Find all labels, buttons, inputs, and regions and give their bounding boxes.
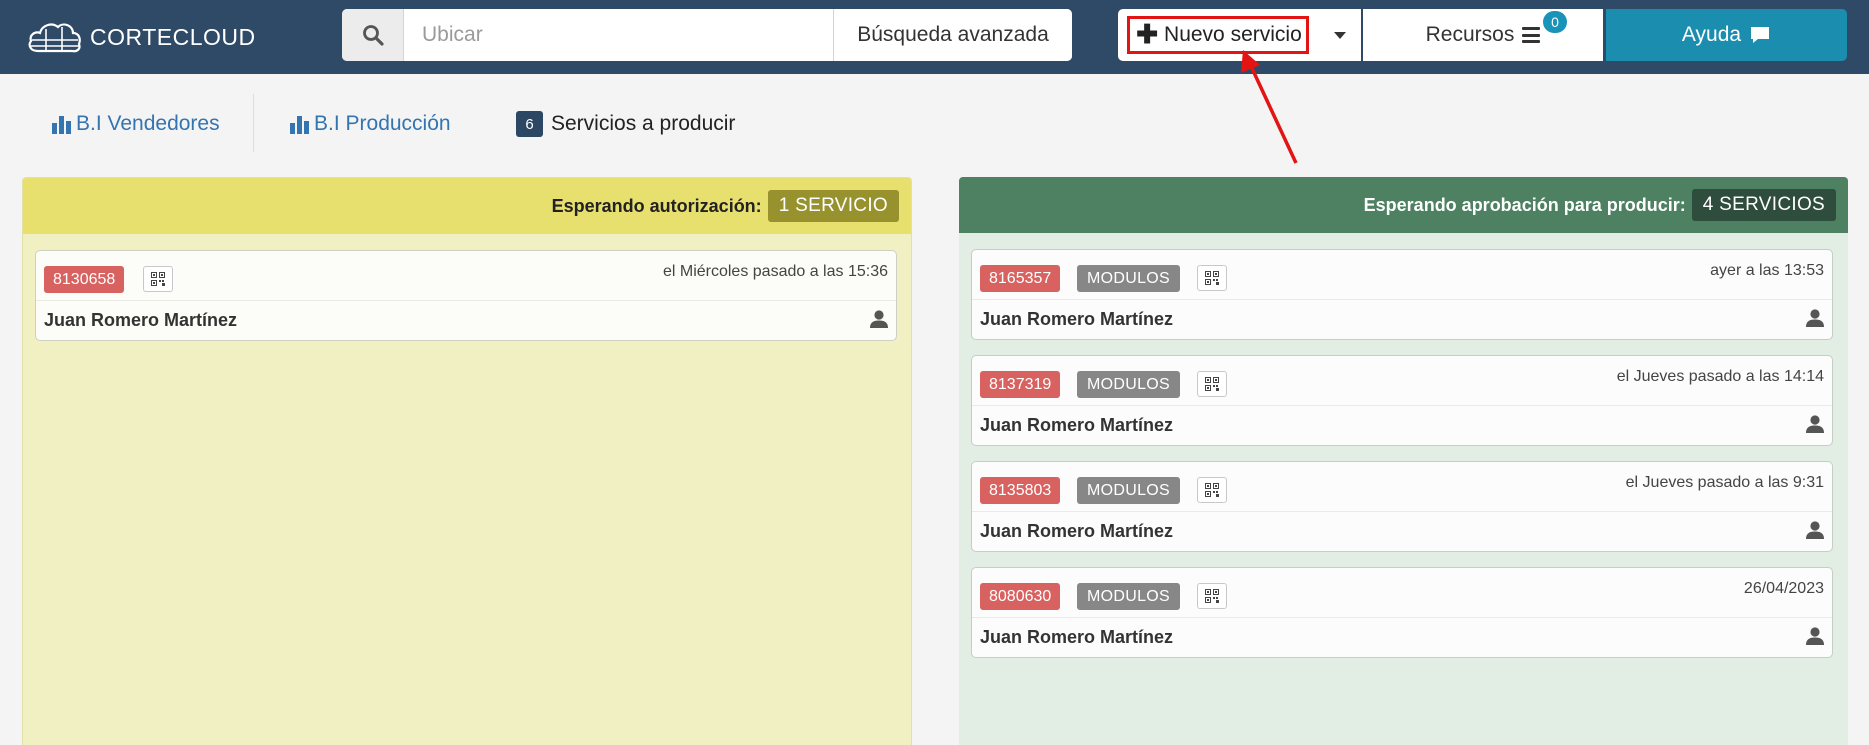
service-card[interactable]: 8135803 MODULOS el Jueves pasado a las 9… bbox=[971, 461, 1833, 552]
qr-button[interactable] bbox=[1197, 371, 1227, 397]
card-timestamp: el Jueves pasado a las 9:31 bbox=[1625, 474, 1824, 491]
panel-title: Esperando autorización: bbox=[551, 195, 762, 216]
resources-button[interactable]: Recursos bbox=[1363, 9, 1603, 61]
bar-chart-icon bbox=[290, 116, 309, 134]
qr-button[interactable] bbox=[143, 266, 173, 292]
caret-down-icon bbox=[1333, 31, 1346, 39]
tab-bi-produccion[interactable]: B.I Producción bbox=[288, 94, 451, 154]
card-timestamp: ayer a las 13:53 bbox=[1710, 262, 1824, 279]
qr-code-icon bbox=[151, 272, 165, 286]
service-id-badge: 8165357 bbox=[980, 265, 1061, 292]
resources-label: Recursos bbox=[1425, 23, 1515, 46]
service-card[interactable]: 8130658 el Miércoles pasado a las 15:36 … bbox=[35, 250, 897, 341]
user-icon bbox=[1806, 521, 1824, 539]
top-navbar: CORTECLOUD Búsqueda avanzada ✚ Nuevo ser… bbox=[0, 0, 1869, 74]
service-id-badge: 8137319 bbox=[980, 371, 1061, 398]
hamburger-icon bbox=[1522, 27, 1541, 43]
tab-label: B.I Vendedores bbox=[76, 112, 220, 135]
tab-bi-vendedores[interactable]: B.I Vendedores bbox=[50, 94, 220, 154]
logo-text: CORTECLOUD bbox=[90, 23, 256, 50]
qr-code-icon bbox=[1205, 377, 1219, 391]
customer-name: Juan Romero Martínez bbox=[44, 310, 238, 330]
qr-button[interactable] bbox=[1197, 583, 1227, 609]
cloud-logo-icon bbox=[28, 23, 81, 53]
customer-name: Juan Romero Martínez bbox=[980, 309, 1174, 329]
service-card[interactable]: 8137319 MODULOS el Jueves pasado a las 1… bbox=[971, 355, 1833, 446]
card-header: 8080630 MODULOS 26/04/2023 bbox=[972, 568, 1832, 618]
bar-chart-icon bbox=[52, 116, 71, 134]
card-header: 8137319 MODULOS el Jueves pasado a las 1… bbox=[972, 356, 1832, 406]
help-label: Ayuda bbox=[1681, 23, 1742, 46]
service-type-badge: MODULOS bbox=[1077, 583, 1180, 610]
card-header: 8165357 MODULOS ayer a las 13:53 bbox=[972, 250, 1832, 300]
panel-title: Esperando aprobación para producir: bbox=[1363, 194, 1686, 215]
services-count-badge: 6 bbox=[516, 111, 543, 137]
new-service-label: Nuevo servicio bbox=[1164, 23, 1302, 46]
qr-button[interactable] bbox=[1197, 265, 1227, 291]
logo[interactable]: CORTECLOUD bbox=[26, 18, 256, 56]
qr-code-icon bbox=[1205, 271, 1219, 285]
panel-header: Esperando autorización: 1 SERVICIO bbox=[23, 178, 911, 234]
panel-count-badge: 4 SERVICIOS bbox=[1691, 189, 1836, 221]
card-timestamp: el Jueves pasado a las 14:14 bbox=[1616, 368, 1824, 385]
advanced-search-button[interactable]: Búsqueda avanzada bbox=[833, 9, 1072, 61]
service-type-badge: MODULOS bbox=[1077, 477, 1180, 504]
user-icon bbox=[870, 310, 888, 328]
service-type-badge: MODULOS bbox=[1077, 265, 1180, 292]
qr-code-icon bbox=[1205, 589, 1219, 603]
dashboard-tabs: B.I Vendedores B.I Producción 6 Servicio… bbox=[0, 94, 800, 154]
tab-label: Servicios a producir bbox=[551, 112, 736, 135]
user-icon bbox=[1806, 415, 1824, 433]
user-icon bbox=[1806, 627, 1824, 645]
new-service-highlight: ✚ Nuevo servicio bbox=[1127, 16, 1309, 54]
tab-servicios-a-producir[interactable]: 6 Servicios a producir bbox=[516, 94, 735, 154]
help-button[interactable]: Ayuda bbox=[1606, 9, 1847, 61]
customer-name: Juan Romero Martínez bbox=[980, 415, 1174, 435]
search-button[interactable] bbox=[342, 9, 404, 61]
card-header: 8130658 el Miércoles pasado a las 15:36 bbox=[36, 251, 896, 301]
customer-name: Juan Romero Martínez bbox=[980, 627, 1174, 647]
qr-button[interactable] bbox=[1197, 477, 1227, 503]
user-icon bbox=[1806, 309, 1824, 327]
new-service-button[interactable]: ✚ Nuevo servicio bbox=[1118, 9, 1318, 61]
resources-count-badge: 0 bbox=[1543, 11, 1567, 33]
customer-name: Juan Romero Martínez bbox=[980, 521, 1174, 541]
new-service-dropdown-toggle[interactable] bbox=[1318, 9, 1361, 61]
service-id-badge: 8080630 bbox=[980, 583, 1061, 610]
qr-code-icon bbox=[1205, 483, 1219, 497]
tab-label: B.I Producción bbox=[314, 112, 451, 135]
new-service-group: ✚ Nuevo servicio bbox=[1118, 9, 1361, 61]
service-card[interactable]: 8165357 MODULOS ayer a las 13:53 Juan Ro… bbox=[971, 249, 1833, 340]
tab-divider bbox=[253, 94, 254, 152]
card-timestamp: el Miércoles pasado a las 15:36 bbox=[662, 263, 888, 280]
service-card[interactable]: 8080630 MODULOS 26/04/2023 Juan Romero M… bbox=[971, 567, 1833, 658]
awaiting-authorization-panel: Esperando autorización: 1 SERVICIO 81306… bbox=[22, 177, 912, 745]
panel-count-badge: 1 SERVICIO bbox=[767, 190, 899, 222]
search-input[interactable] bbox=[404, 9, 833, 61]
chat-bubble-icon bbox=[1751, 27, 1770, 43]
search-icon bbox=[362, 25, 384, 46]
search-bar: Búsqueda avanzada bbox=[342, 9, 1072, 61]
awaiting-production-approval-panel: Esperando aprobación para producir: 4 SE… bbox=[959, 177, 1848, 745]
card-timestamp: 26/04/2023 bbox=[1743, 580, 1824, 597]
service-type-badge: MODULOS bbox=[1077, 371, 1180, 398]
service-id-badge: 8135803 bbox=[980, 477, 1061, 504]
plus-icon: ✚ bbox=[1136, 19, 1159, 49]
card-header: 8135803 MODULOS el Jueves pasado a las 9… bbox=[972, 462, 1832, 512]
panel-header: Esperando aprobación para producir: 4 SE… bbox=[959, 177, 1848, 233]
service-id-badge: 8130658 bbox=[44, 266, 125, 293]
